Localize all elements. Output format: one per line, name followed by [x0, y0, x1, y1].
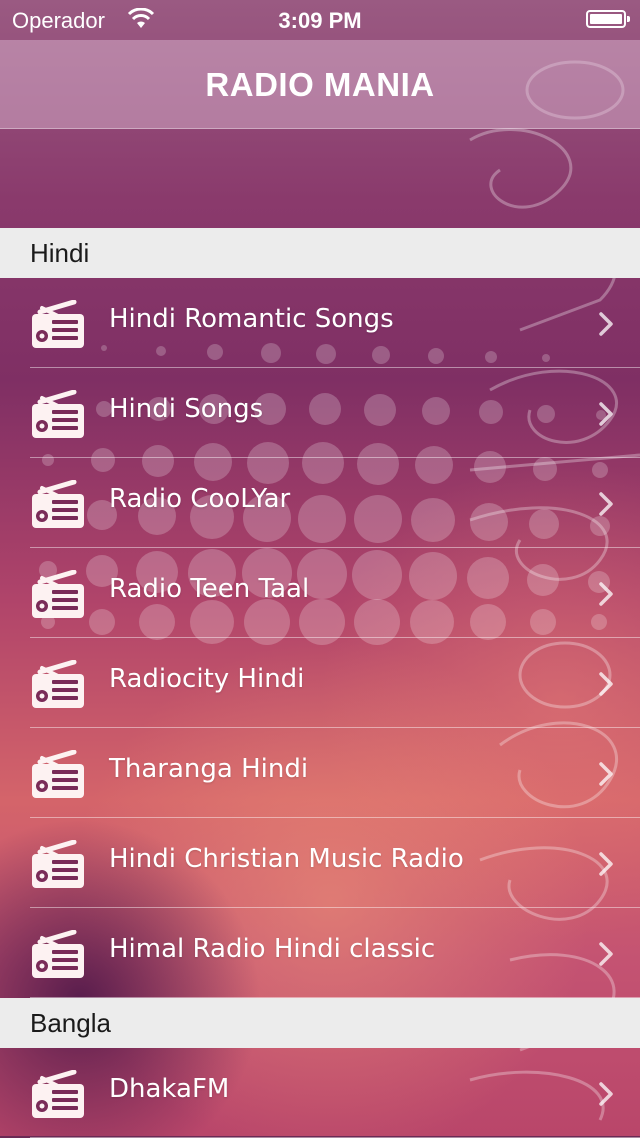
station-name: DhakaFM [109, 1074, 230, 1104]
station-name: Radiocity Hindi [109, 664, 305, 694]
radio-icon [30, 659, 86, 710]
radio-icon [30, 929, 86, 980]
station-row[interactable]: Himal Radio Hindi classic [0, 908, 640, 998]
station-row[interactable]: Hindi Christian Music Radio [0, 818, 640, 908]
station-row[interactable]: Tharanga Hindi [0, 728, 640, 818]
chevron-right-icon [598, 1081, 614, 1107]
station-name: Tharanga Hindi [109, 754, 309, 784]
station-name: Radio CooLYar [109, 484, 291, 514]
section-header: Hindi [0, 228, 640, 278]
station-row[interactable]: Radio Teen Taal [0, 548, 640, 638]
chevron-right-icon [598, 941, 614, 967]
station-name: Himal Radio Hindi classic [109, 934, 436, 964]
chevron-right-icon [598, 761, 614, 787]
status-bar: Operador 3:09 PM [0, 0, 640, 40]
radio-icon [30, 839, 86, 890]
chevron-right-icon [598, 671, 614, 697]
station-row[interactable]: Radiocity Hindi [0, 638, 640, 728]
status-time: 3:09 PM [278, 8, 362, 33]
station-name: Hindi Songs [109, 394, 264, 424]
page-title: RADIO MANIA [205, 66, 435, 103]
radio-icon [30, 569, 86, 620]
section-title: Hindi [30, 238, 90, 268]
section-header: Bangla [0, 998, 640, 1048]
station-row[interactable]: Hindi Songs [0, 368, 640, 458]
chevron-right-icon [598, 581, 614, 607]
radio-icon [30, 299, 86, 350]
chevron-right-icon [598, 401, 614, 427]
navigation-bar: RADIO MANIA [0, 40, 640, 129]
station-row[interactable]: Radio CooLYar [0, 458, 640, 548]
radio-icon [30, 389, 86, 440]
chevron-right-icon [598, 851, 614, 877]
station-name: Hindi Christian Music Radio [109, 844, 464, 874]
station-row[interactable]: DhakaFM [0, 1048, 640, 1138]
chevron-right-icon [598, 491, 614, 517]
chevron-right-icon [598, 311, 614, 337]
section-title: Bangla [30, 1008, 111, 1038]
station-row[interactable]: Hindi Romantic Songs [0, 278, 640, 368]
radio-icon [30, 479, 86, 530]
radio-icon [30, 1069, 86, 1120]
battery-full-icon [586, 10, 630, 28]
station-name: Hindi Romantic Songs [109, 304, 394, 334]
radio-icon [30, 749, 86, 800]
station-name: Radio Teen Taal [109, 574, 310, 604]
